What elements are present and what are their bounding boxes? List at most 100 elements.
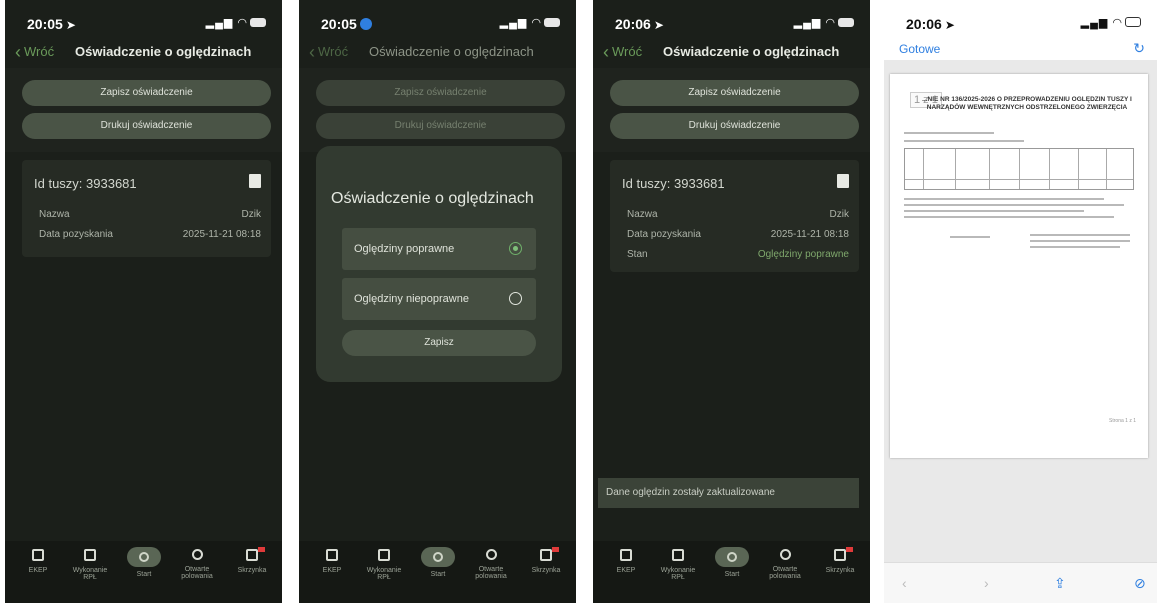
status-time: 20:06 ➤ xyxy=(906,16,955,32)
back-button[interactable]: ‹ Wróć xyxy=(309,42,348,63)
location-arrow-icon: ➤ xyxy=(944,18,955,32)
tab-skrzynka[interactable]: Skrzynka xyxy=(227,547,277,574)
tab-wykonanie[interactable]: Wykonanie RPŁ xyxy=(359,547,409,581)
location-badge-icon xyxy=(359,18,372,30)
edit-document-icon[interactable] xyxy=(837,174,849,188)
inbox-icon xyxy=(246,549,258,561)
chevron-left-icon: ‹ xyxy=(603,42,609,62)
battery-icon xyxy=(838,18,854,27)
inbox-icon xyxy=(540,549,552,561)
text-line xyxy=(904,216,1114,218)
tab-otwarte-polowania[interactable]: Otwarte polowania xyxy=(466,547,516,580)
tab-bar: EKEP Wykonanie RPŁ Start Otwarte polowan… xyxy=(5,541,282,603)
calendar-icon xyxy=(378,549,390,561)
toast-notification: Dane oględzin zostały zaktualizowane xyxy=(598,478,859,508)
status-icons: ▂▄▆ ◠ xyxy=(1081,16,1141,29)
start-icon xyxy=(127,547,161,567)
signature-line xyxy=(1030,246,1120,248)
book-icon xyxy=(620,549,632,561)
document-title: ...NIE NR 136/2025-2026 O PRZEPROWADZENI… xyxy=(922,96,1132,111)
back-nav-icon[interactable]: ‹ xyxy=(902,575,907,591)
crosshair-icon xyxy=(485,549,497,560)
tab-start[interactable]: Start xyxy=(413,547,463,578)
status-icons: ▂▄▆ ◠ xyxy=(206,16,266,29)
calendar-icon xyxy=(84,549,96,561)
notification-badge xyxy=(258,547,265,552)
status-bar: 20:06 ➤ ▂▄▆ ◠ xyxy=(593,0,870,40)
phone-screen-2: 20:05 ▂▄▆ ◠ ‹ Wróć Oświadczenie o oględzi… xyxy=(299,0,576,603)
detail-row: Data pozyskania 2025-11-21 08:18 xyxy=(627,229,849,240)
tab-start[interactable]: Start xyxy=(119,547,169,578)
page-title: Oświadczenie o oględzinach xyxy=(663,44,840,59)
reload-icon[interactable]: ↻ xyxy=(1133,40,1145,57)
print-statement-button[interactable]: Drukuj oświadczenie xyxy=(610,113,859,139)
text-line xyxy=(904,210,1084,212)
battery-icon xyxy=(544,18,560,27)
tab-skrzynka[interactable]: Skrzynka xyxy=(815,547,865,574)
calendar-icon xyxy=(672,549,684,561)
tab-otwarte-polowania[interactable]: Otwarte polowania xyxy=(172,547,222,580)
compass-icon[interactable]: ⊘ xyxy=(1134,575,1146,592)
text-line xyxy=(904,198,1104,200)
tab-wykonanie[interactable]: Wykonanie RPŁ xyxy=(65,547,115,581)
option-incorrect[interactable]: Oględziny niepoprawne xyxy=(342,278,536,320)
print-statement-button[interactable]: Drukuj oświadczenie xyxy=(22,113,271,139)
tab-start[interactable]: Start xyxy=(707,547,757,578)
status-time: 20:05 xyxy=(321,16,372,32)
phone-screen-4-pdf: 20:06 ➤ ▂▄▆ ◠ Gotowe ↻ 1 z 1 ...NIE NR 13… xyxy=(884,0,1157,603)
status-time: 20:05 ➤ xyxy=(27,16,76,32)
detail-row: Nazwa Dzik xyxy=(627,209,849,220)
tab-otwarte-polowania[interactable]: Otwarte polowania xyxy=(760,547,810,580)
crosshair-icon xyxy=(779,549,791,560)
tab-bar: EKEP Wykonanie RPŁ Start Otwarte polowan… xyxy=(593,541,870,603)
page-title: Oświadczenie o oględzinach xyxy=(369,44,534,59)
detail-row: Data pozyskania 2025-11-21 08:18 xyxy=(39,229,261,240)
back-button[interactable]: ‹ Wróć xyxy=(603,42,642,63)
forward-nav-icon[interactable]: › xyxy=(984,575,989,591)
signature-line xyxy=(1030,240,1130,242)
tab-wykonanie[interactable]: Wykonanie RPŁ xyxy=(653,547,703,581)
save-statement-button[interactable]: Zapisz oświadczenie xyxy=(610,80,859,106)
tab-ekep[interactable]: EKEP xyxy=(307,547,357,574)
carcass-id: Id tuszy: 3933681 xyxy=(34,176,137,191)
save-statement-button[interactable]: Zapisz oświadczenie xyxy=(22,80,271,106)
start-icon xyxy=(421,547,455,567)
save-statement-button: Zapisz oświadczenie xyxy=(316,80,565,106)
detail-row: Stan Oględziny poprawne xyxy=(627,249,849,260)
text-line xyxy=(904,132,994,134)
crosshair-icon xyxy=(191,549,203,560)
pdf-viewer[interactable]: 1 z 1 ...NIE NR 136/2025-2026 O PRZEPROW… xyxy=(884,60,1157,563)
page-footer: Strona 1 z 1 xyxy=(1109,418,1136,424)
location-arrow-icon: ➤ xyxy=(65,18,76,32)
signature-line xyxy=(1030,234,1130,236)
radio-selected-icon[interactable] xyxy=(509,242,522,255)
back-button[interactable]: ‹ Wróć xyxy=(15,42,54,63)
battery-icon xyxy=(1125,17,1141,27)
document-table xyxy=(904,148,1134,190)
dialog-title: Oświadczenie o oględzinach xyxy=(331,190,534,207)
share-icon[interactable]: ⇪ xyxy=(1054,575,1066,592)
edit-document-icon[interactable] xyxy=(249,174,261,188)
text-line xyxy=(904,204,1124,206)
status-bar: 20:06 ➤ ▂▄▆ ◠ xyxy=(884,0,1157,40)
tab-skrzynka[interactable]: Skrzynka xyxy=(521,547,571,574)
notification-badge xyxy=(552,547,559,552)
option-correct[interactable]: Oględziny poprawne xyxy=(342,228,536,270)
location-arrow-icon: ➤ xyxy=(653,18,664,32)
text-line xyxy=(904,140,1024,142)
viewer-toolbar: ‹ › ⇪ ⊘ xyxy=(884,562,1157,603)
print-statement-button: Drukuj oświadczenie xyxy=(316,113,565,139)
dialog-save-button[interactable]: Zapisz xyxy=(342,330,536,356)
carcass-id: Id tuszy: 3933681 xyxy=(622,176,725,191)
chevron-left-icon: ‹ xyxy=(309,42,315,62)
tab-ekep[interactable]: EKEP xyxy=(601,547,651,574)
radio-empty-icon[interactable] xyxy=(509,292,522,305)
phone-screen-1: 20:05 ➤ ▂▄▆ ◠ ‹ Wróć Oświadczenie o oględz… xyxy=(5,0,282,603)
tab-ekep[interactable]: EKEP xyxy=(13,547,63,574)
status-bar: 20:05 ▂▄▆ ◠ xyxy=(299,0,576,40)
battery-icon xyxy=(250,18,266,27)
done-button[interactable]: Gotowe xyxy=(899,42,940,56)
start-icon xyxy=(715,547,749,567)
page-title: Oświadczenie o oględzinach xyxy=(75,44,252,59)
status-value: Oględziny poprawne xyxy=(757,249,849,260)
